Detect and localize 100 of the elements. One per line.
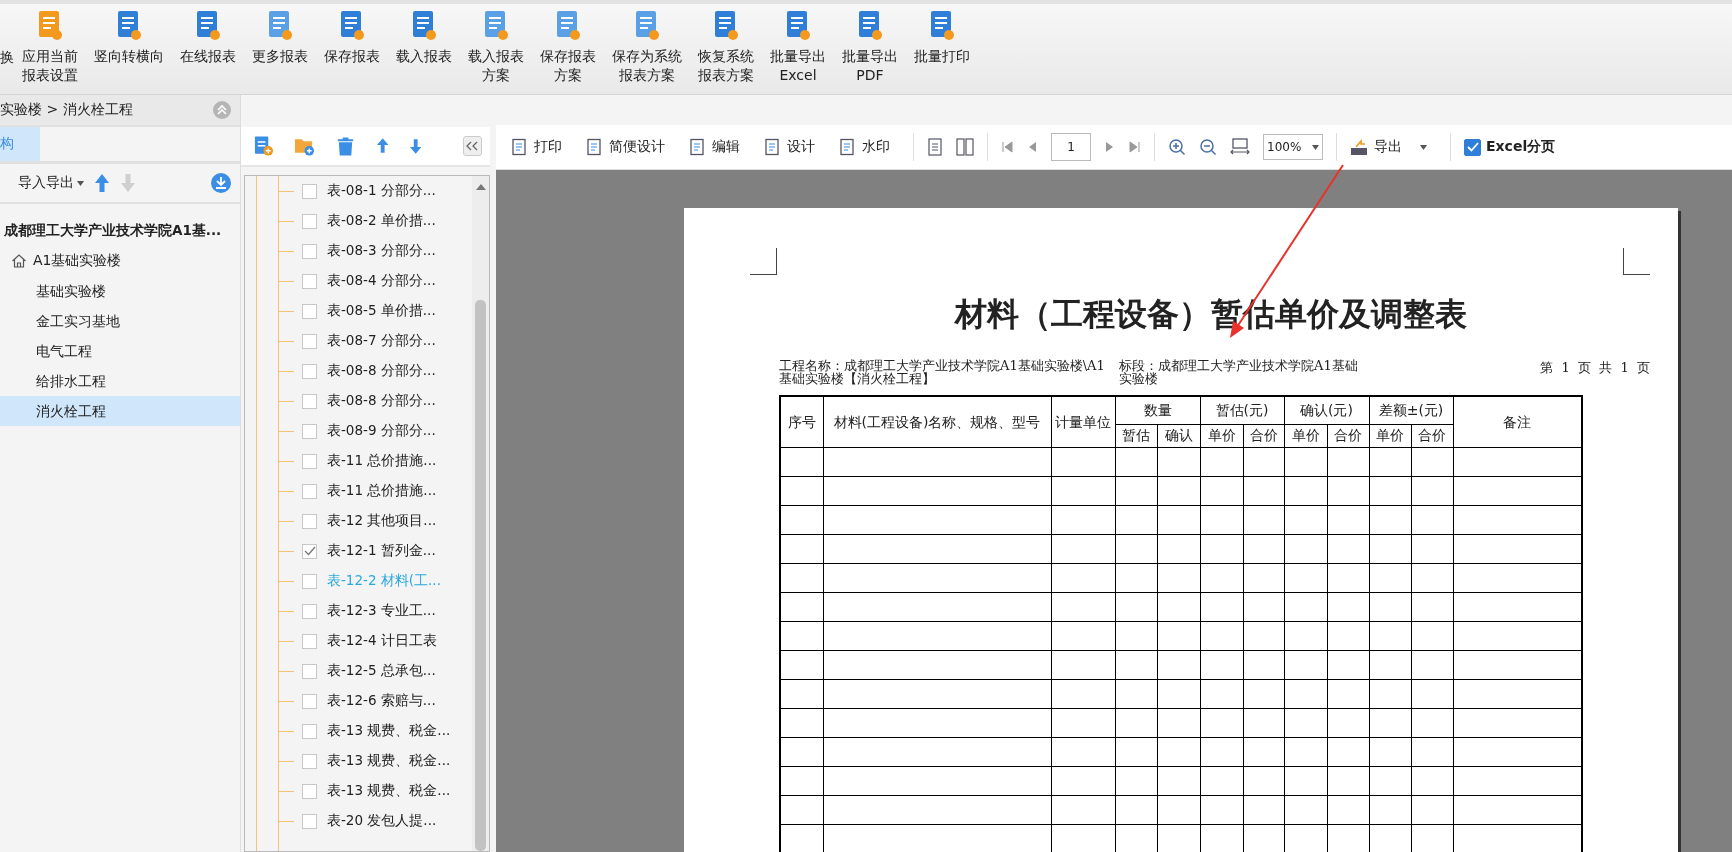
collapse-icon[interactable]	[212, 100, 232, 120]
toolbar-button[interactable]: 保存报表	[319, 4, 385, 66]
checkbox[interactable]	[302, 243, 317, 259]
first-page-icon[interactable]	[1001, 141, 1013, 153]
add-file-icon[interactable]	[253, 135, 274, 157]
report-item[interactable]: 表-12-4 计日工表	[327, 632, 437, 650]
report-item[interactable]: 表-12 其他项目...	[327, 512, 437, 530]
scrollbar[interactable]	[472, 176, 489, 851]
report-item[interactable]: 表-12-6 索赔与...	[327, 692, 436, 710]
checkbox[interactable]	[302, 543, 317, 559]
report-item[interactable]: 表-08-8 分部分...	[327, 392, 436, 410]
report-item[interactable]: 表-08-7 分部分...	[327, 332, 436, 350]
checkbox[interactable]	[302, 423, 317, 439]
toolbar-button[interactable]: 水印	[838, 138, 900, 156]
scrollbar-thumb[interactable]	[475, 300, 486, 851]
checkbox[interactable]	[302, 183, 317, 199]
toolbar-button[interactable]: 简便设计	[585, 138, 675, 156]
zoom-dropdown[interactable]: 100%	[1263, 134, 1323, 160]
report-item[interactable]: 表-11 总价措施...	[327, 482, 437, 500]
toolbar-button[interactable]: 载入报表	[391, 4, 457, 66]
toolbar-button[interactable]: 编辑	[688, 138, 750, 156]
checkbox[interactable]	[302, 723, 317, 739]
checkbox[interactable]	[302, 453, 317, 469]
import-export-dropdown[interactable]: 导入导出	[18, 174, 84, 192]
toolbar-button[interactable]: 批量打印	[909, 4, 975, 66]
toolbar-button[interactable]: 在线报表	[175, 4, 241, 66]
report-item[interactable]: 表-12-3 专业工...	[327, 602, 436, 620]
tree-item[interactable]: 成都理工大学产业技术学院A1基...	[0, 214, 240, 246]
report-item[interactable]: 表-08-1 分部分...	[327, 182, 436, 200]
down-arrow-icon[interactable]	[409, 137, 423, 155]
checkbox[interactable]	[302, 603, 317, 619]
up-arrow-icon[interactable]	[376, 137, 390, 155]
report-item[interactable]: 表-08-2 单价措...	[327, 212, 436, 230]
report-item[interactable]: 表-08-5 单价措...	[327, 302, 436, 320]
toolbar-button[interactable]: 批量导出 PDF	[837, 4, 903, 85]
fit-width-icon[interactable]	[1230, 138, 1250, 156]
checkbox-label[interactable]: Excel分页	[1486, 138, 1556, 156]
checkbox[interactable]	[302, 393, 317, 409]
checkbox[interactable]	[302, 513, 317, 529]
tree-item[interactable]: A1基础实验楼	[33, 252, 122, 270]
report-item[interactable]: 表-08-3 分部分...	[327, 242, 436, 260]
column-header: 合价	[1334, 427, 1362, 444]
tree-item[interactable]: 电气工程	[0, 336, 240, 366]
tree-item[interactable]: 给排水工程	[0, 366, 240, 396]
document-icon	[510, 138, 528, 156]
checkbox[interactable]	[302, 633, 317, 649]
checkbox[interactable]	[302, 363, 317, 379]
checkbox[interactable]	[302, 573, 317, 589]
checkbox[interactable]	[302, 753, 317, 769]
crop-mark	[750, 248, 777, 275]
checkbox[interactable]	[302, 483, 317, 499]
zoom-out-icon[interactable]	[1199, 138, 1217, 156]
toolbar-button[interactable]: 恢复系统 报表方案	[693, 4, 759, 85]
checkbox[interactable]	[302, 693, 317, 709]
zoom-in-icon[interactable]	[1168, 138, 1186, 156]
report-item[interactable]: 表-13 规费、税金...	[327, 722, 451, 740]
tree-item[interactable]: 基础实验楼	[0, 276, 240, 306]
toolbar-button[interactable]: 更多报表	[247, 4, 313, 66]
toolbar-button[interactable]: 载入报表 方案	[463, 4, 529, 85]
download-icon[interactable]	[210, 172, 232, 194]
checkbox[interactable]	[302, 813, 317, 829]
scroll-up-icon[interactable]	[475, 184, 486, 190]
checkbox[interactable]	[1464, 138, 1481, 156]
toolbar-button[interactable]: 设计	[763, 138, 825, 156]
checkbox[interactable]	[302, 783, 317, 799]
tree-item[interactable]: 金工实习基地	[0, 306, 240, 336]
document-icon	[763, 138, 781, 156]
checkbox[interactable]	[302, 273, 317, 289]
toolbar-button[interactable]: 保存为系统 报表方案	[607, 4, 687, 85]
down-arrow-icon[interactable]	[120, 173, 136, 193]
toolbar-button[interactable]: 应用当前 报表设置	[17, 4, 83, 85]
report-item[interactable]: 表-20 发包人提...	[327, 812, 437, 830]
report-item[interactable]: 表-13 规费、税金...	[327, 752, 451, 770]
report-item[interactable]: 表-12-1 暂列金...	[327, 542, 436, 560]
crop-mark	[1623, 248, 1650, 275]
report-item[interactable]: 表-08-8 分部分...	[327, 362, 436, 380]
report-item[interactable]: 表-08-4 分部分...	[327, 272, 436, 290]
checkbox[interactable]	[302, 333, 317, 349]
report-item[interactable]: 表-12-5 总承包...	[327, 662, 436, 680]
document-icon	[482, 10, 510, 42]
report-item[interactable]: 表-08-9 分部分...	[327, 422, 436, 440]
collapse-panel-button[interactable]	[462, 136, 482, 156]
checkbox[interactable]	[302, 213, 317, 229]
toolbar-button[interactable]: 换	[0, 4, 14, 66]
toolbar-button[interactable]: 批量导出 Excel	[765, 4, 831, 85]
last-page-icon[interactable]	[1129, 141, 1141, 153]
checkbox[interactable]	[302, 663, 317, 679]
report-item[interactable]: 表-11 总价措施...	[327, 452, 437, 470]
toolbar-button[interactable]: 竖向转横向	[89, 4, 169, 66]
toolbar-button[interactable]: 打印	[510, 138, 572, 156]
up-arrow-icon[interactable]	[94, 173, 110, 193]
checkbox[interactable]	[302, 303, 317, 319]
single-page-icon[interactable]	[927, 138, 943, 156]
two-page-icon[interactable]	[956, 138, 974, 156]
tree-item[interactable]: 消火栓工程	[0, 396, 240, 426]
page-number-field[interactable]: 1	[1051, 133, 1091, 161]
button-label: PDF	[856, 66, 884, 85]
toolbar-button[interactable]: 保存报表 方案	[535, 4, 601, 85]
export-button[interactable]: 导出	[1350, 138, 1437, 156]
report-item[interactable]: 表-13 规费、税金...	[327, 782, 451, 800]
